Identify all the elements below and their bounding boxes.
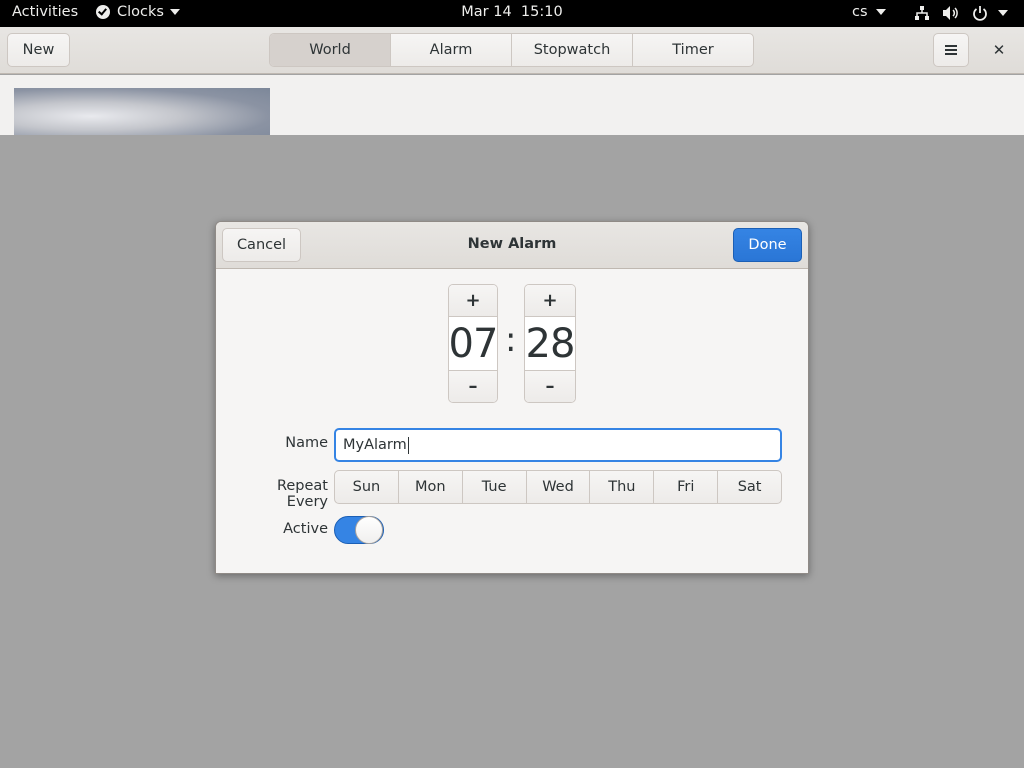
app-menu-label: Clocks [117, 4, 164, 20]
active-label: Active [283, 521, 328, 537]
day-toggle-sun[interactable]: Sun [335, 471, 399, 503]
hour-spinner: + 07 – [448, 284, 498, 403]
chevron-down-icon [169, 9, 180, 15]
minute-spinner: + 28 – [524, 284, 576, 403]
window-close-button[interactable]: ✕ [987, 39, 1011, 61]
day-toggle-wed[interactable]: Wed [527, 471, 591, 503]
hour-value[interactable]: 07 [449, 317, 497, 370]
switch-knob [355, 516, 383, 544]
language-indicator: cs [852, 4, 868, 20]
name-label: Name [285, 435, 328, 451]
volume-icon [943, 6, 958, 20]
repeat-days-selector: Sun Mon Tue Wed Thu Fri Sat [334, 470, 782, 504]
alarm-name-input[interactable]: MyAlarm [334, 428, 782, 462]
done-button[interactable]: Done [733, 228, 802, 262]
header-bar: New World Alarm Stopwatch Timer ✕ [0, 27, 1024, 74]
alarm-name-value: MyAlarm [343, 437, 407, 453]
hour-increment-button[interactable]: + [449, 285, 497, 317]
day-toggle-fri[interactable]: Fri [654, 471, 719, 503]
clocks-app-icon [96, 5, 110, 19]
hamburger-menu-icon [945, 45, 957, 55]
main-menu-button[interactable] [933, 33, 969, 67]
close-icon: ✕ [992, 41, 1006, 59]
chevron-down-icon [998, 10, 1008, 16]
app-menu[interactable]: Clocks [96, 4, 180, 20]
new-alarm-dialog: Cancel New Alarm Done + 07 – : + 28 – Na… [215, 221, 809, 574]
text-caret [407, 436, 409, 454]
activities-button[interactable]: Activities [12, 4, 78, 20]
dialog-header: Cancel New Alarm Done [216, 222, 808, 269]
chevron-down-icon [875, 9, 886, 15]
world-clocks-area [0, 75, 1024, 135]
new-button[interactable]: New [7, 33, 70, 67]
day-toggle-thu[interactable]: Thu [590, 471, 655, 503]
world-clock-thumbnail [14, 88, 270, 135]
hour-decrement-button[interactable]: – [449, 370, 497, 402]
day-toggle-sat[interactable]: Sat [718, 471, 781, 503]
tab-alarm[interactable]: Alarm [391, 34, 512, 66]
minute-decrement-button[interactable]: – [525, 370, 575, 402]
top-bar: Activities Clocks Mar 14 15:10 cs [0, 0, 1024, 27]
day-toggle-mon[interactable]: Mon [399, 471, 463, 503]
day-toggle-tue[interactable]: Tue [463, 471, 527, 503]
network-icon [915, 6, 929, 20]
power-icon [973, 6, 987, 21]
tab-world[interactable]: World [270, 34, 391, 66]
view-switcher: World Alarm Stopwatch Timer [269, 33, 754, 67]
active-switch[interactable] [334, 516, 384, 544]
minute-increment-button[interactable]: + [525, 285, 575, 317]
date-time[interactable]: Mar 14 15:10 [461, 4, 562, 20]
repeat-label: Repeat Every [276, 478, 328, 510]
input-source-menu[interactable]: cs [852, 4, 886, 20]
tab-timer[interactable]: Timer [633, 34, 753, 66]
dialog-title: New Alarm [467, 236, 557, 252]
system-menu[interactable] [914, 3, 1008, 23]
time-separator: : [505, 320, 517, 360]
tab-stopwatch[interactable]: Stopwatch [512, 34, 633, 66]
minute-value[interactable]: 28 [525, 317, 575, 370]
